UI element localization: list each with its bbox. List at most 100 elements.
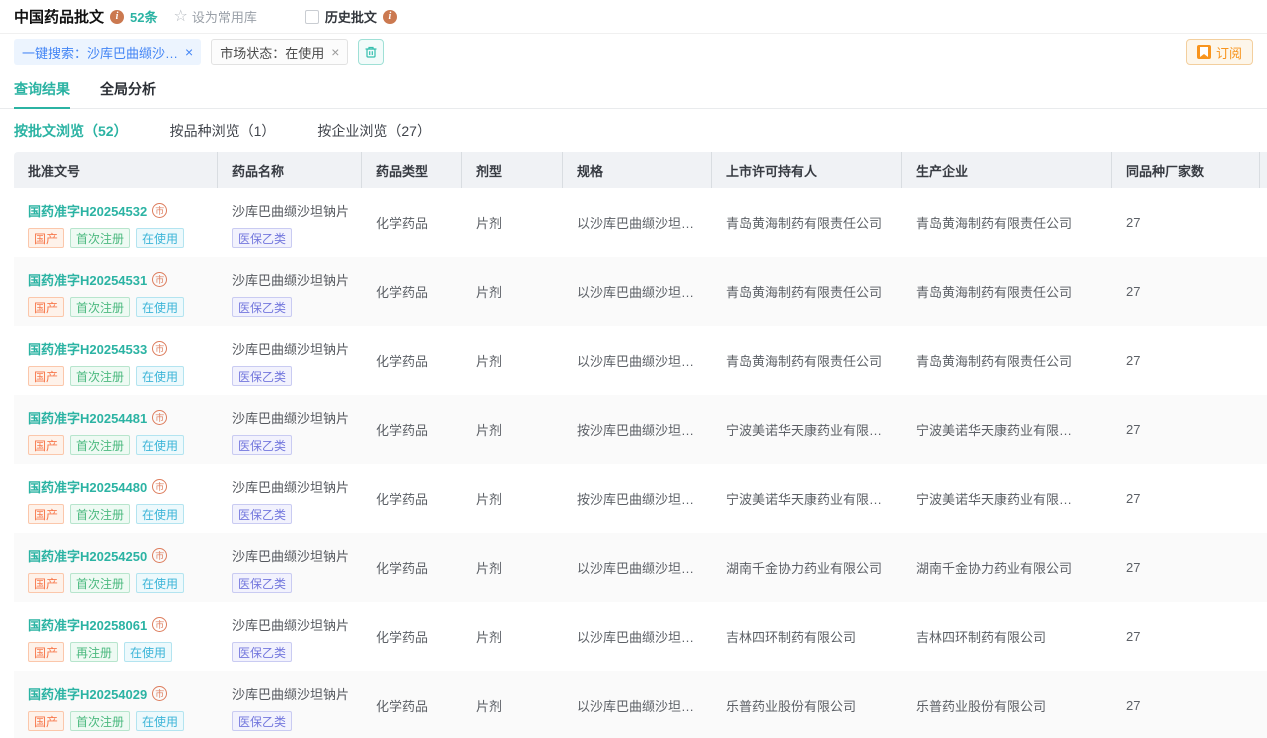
close-icon[interactable]: × <box>331 45 339 59</box>
market-circle-icon: 市 <box>152 686 167 701</box>
status-badge: 国产 <box>28 573 64 593</box>
status-badge: 首次注册 <box>70 435 130 455</box>
subscribe-button[interactable]: 订阅 <box>1186 39 1253 65</box>
same-product-count: 27 <box>1112 284 1260 299</box>
drug-name: 沙库巴曲缬沙坦钠片 <box>232 546 362 565</box>
insurance-badge: 医保乙类 <box>232 573 292 593</box>
clear-filters-button[interactable] <box>358 39 384 65</box>
status-badge: 首次注册 <box>70 366 130 386</box>
manufacturer: 宁波美诺华天康药业有限… <box>902 420 1112 439</box>
manufacturer: 湖南千金协力药业有限公司 <box>902 558 1112 577</box>
insurance-badge: 医保乙类 <box>232 366 292 386</box>
dosage-form: 片剂 <box>462 627 563 646</box>
status-badge: 再注册 <box>70 642 118 662</box>
status-badge: 在使用 <box>136 573 184 593</box>
badge-group: 国产首次注册在使用 <box>28 297 218 317</box>
table-row[interactable]: 国药准字H20254532 市 国产首次注册在使用 沙库巴曲缬沙坦钠片 医保乙类… <box>14 188 1267 257</box>
approvals-table: 批准文号 药品名称 药品类型 剂型 规格 上市许可持有人 生产企业 同品种厂家数… <box>14 152 1267 738</box>
table-row[interactable]: 国药准字H20254481 市 国产首次注册在使用 沙库巴曲缬沙坦钠片 医保乙类… <box>14 395 1267 464</box>
table-row[interactable]: 国药准字H20254480 市 国产首次注册在使用 沙库巴曲缬沙坦钠片 医保乙类… <box>14 464 1267 533</box>
result-count: 52条 <box>130 7 157 26</box>
drug-name: 沙库巴曲缬沙坦钠片 <box>232 339 362 358</box>
table-row[interactable]: 国药准字H20254531 市 国产首次注册在使用 沙库巴曲缬沙坦钠片 医保乙类… <box>14 257 1267 326</box>
close-icon[interactable]: × <box>185 45 193 59</box>
insurance-badge: 医保乙类 <box>232 228 292 248</box>
status-badge: 在使用 <box>136 228 184 248</box>
drug-type: 化学药品 <box>362 282 462 301</box>
dosage-form: 片剂 <box>462 213 563 232</box>
status-badge: 首次注册 <box>70 504 130 524</box>
history-approvals-toggle[interactable]: 历史批文 i <box>305 7 397 26</box>
same-product-count: 27 <box>1112 353 1260 368</box>
subscribe-label: 订阅 <box>1216 43 1242 62</box>
status-badge: 国产 <box>28 435 64 455</box>
license-holder: 宁波美诺华天康药业有限… <box>712 489 902 508</box>
market-circle-icon: 市 <box>152 479 167 494</box>
filter-tag-market-status[interactable]: 市场状态：在使用 × <box>211 39 348 65</box>
drug-name: 沙库巴曲缬沙坦钠片 <box>232 270 362 289</box>
badge-group: 国产首次注册在使用 <box>28 504 218 524</box>
info-icon[interactable]: i <box>383 10 397 24</box>
same-product-count: 27 <box>1112 629 1260 644</box>
approval-number-link[interactable]: 国药准字H20258061 <box>28 615 147 634</box>
tab-global-analysis[interactable]: 全局分析 <box>100 70 156 108</box>
history-label: 历史批文 <box>325 7 377 26</box>
status-badge: 国产 <box>28 228 64 248</box>
license-holder: 青岛黄海制药有限责任公司 <box>712 213 902 232</box>
tab-query-results[interactable]: 查询结果 <box>14 70 70 108</box>
manufacturer: 青岛黄海制药有限责任公司 <box>902 351 1112 370</box>
table-body: 国药准字H20254532 市 国产首次注册在使用 沙库巴曲缬沙坦钠片 医保乙类… <box>14 188 1267 738</box>
drug-name: 沙库巴曲缬沙坦钠片 <box>232 201 362 220</box>
market-circle-icon: 市 <box>152 341 167 356</box>
status-badge: 国产 <box>28 297 64 317</box>
badge-group: 国产首次注册在使用 <box>28 435 218 455</box>
bookmark-icon <box>1197 45 1211 59</box>
drug-name: 沙库巴曲缬沙坦钠片 <box>232 408 362 427</box>
subtab-by-company[interactable]: 按企业浏览（27） <box>317 121 431 141</box>
drug-type: 化学药品 <box>362 489 462 508</box>
same-product-count: 27 <box>1112 491 1260 506</box>
table-row[interactable]: 国药准字H20258061 市 国产再注册在使用 沙库巴曲缬沙坦钠片 医保乙类 … <box>14 602 1267 671</box>
status-badge: 首次注册 <box>70 228 130 248</box>
status-badge: 国产 <box>28 504 64 524</box>
approval-number-link[interactable]: 国药准字H20254533 <box>28 339 147 358</box>
approval-number-link[interactable]: 国药准字H20254532 <box>28 201 147 220</box>
specification: 以沙库巴曲缬沙坦… <box>563 351 712 370</box>
filter-tag-quick-search[interactable]: 一键搜索：沙库巴曲缬沙… × <box>14 39 201 65</box>
approval-number-link[interactable]: 国药准字H20254250 <box>28 546 147 565</box>
approval-number-link[interactable]: 国药准字H20254531 <box>28 270 147 289</box>
approval-number-link[interactable]: 国药准字H20254029 <box>28 684 147 703</box>
badge-group: 国产首次注册在使用 <box>28 711 218 731</box>
status-badge: 首次注册 <box>70 573 130 593</box>
same-product-count: 27 <box>1112 215 1260 230</box>
approval-number-link[interactable]: 国药准字H20254481 <box>28 408 147 427</box>
filter-tag-label: 一键搜索：沙库巴曲缬沙… <box>22 43 178 62</box>
column-header-specification: 规格 <box>563 152 712 188</box>
dosage-form: 片剂 <box>462 420 563 439</box>
table-row[interactable]: 国药准字H20254029 市 国产首次注册在使用 沙库巴曲缬沙坦钠片 医保乙类… <box>14 671 1267 738</box>
license-holder: 青岛黄海制药有限责任公司 <box>712 351 902 370</box>
status-badge: 在使用 <box>136 504 184 524</box>
market-circle-icon: 市 <box>152 548 167 563</box>
page-header: 中国药品批文 i 52条 ☆ 设为常用库 历史批文 i <box>0 0 1267 34</box>
manufacturer: 乐普药业股份有限公司 <box>902 696 1112 715</box>
info-icon[interactable]: i <box>110 10 124 24</box>
drug-name: 沙库巴曲缬沙坦钠片 <box>232 615 362 634</box>
history-checkbox[interactable] <box>305 10 319 24</box>
subtab-by-approval[interactable]: 按批文浏览（52） <box>14 121 128 141</box>
badge-group: 国产再注册在使用 <box>28 642 218 662</box>
table-row[interactable]: 国药准字H20254250 市 国产首次注册在使用 沙库巴曲缬沙坦钠片 医保乙类… <box>14 533 1267 602</box>
table-row[interactable]: 国药准字H20254533 市 国产首次注册在使用 沙库巴曲缬沙坦钠片 医保乙类… <box>14 326 1267 395</box>
manufacturer: 青岛黄海制药有限责任公司 <box>902 282 1112 301</box>
column-header-manufacturer: 生产企业 <box>902 152 1112 188</box>
set-favorite-library[interactable]: ☆ 设为常用库 <box>173 7 256 26</box>
column-header-spacer <box>1260 152 1267 188</box>
subtab-by-variety[interactable]: 按品种浏览（1） <box>170 121 276 141</box>
insurance-badge: 医保乙类 <box>232 642 292 662</box>
specification: 按沙库巴曲缬沙坦… <box>563 489 712 508</box>
favorite-label: 设为常用库 <box>192 7 257 26</box>
view-subtabs: 按批文浏览（52） 按品种浏览（1） 按企业浏览（27） <box>0 109 1267 152</box>
column-header-dosage-form: 剂型 <box>462 152 563 188</box>
approval-number-link[interactable]: 国药准字H20254480 <box>28 477 147 496</box>
page-title: 中国药品批文 <box>14 6 104 27</box>
